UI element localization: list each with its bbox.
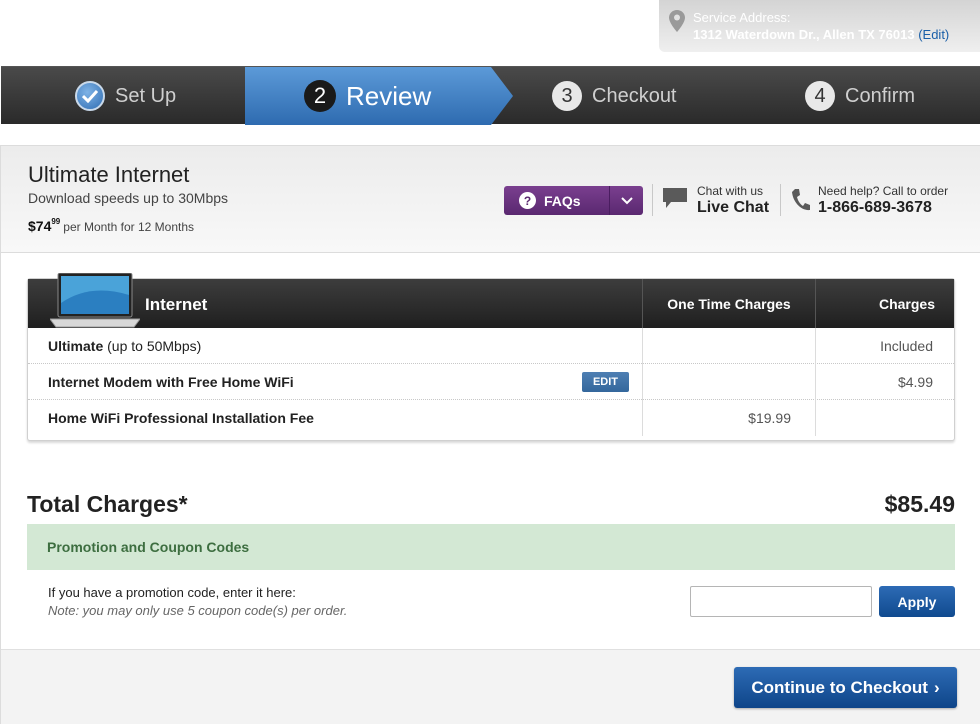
row-name: Ultimate (up to 50Mbps) <box>48 338 202 354</box>
divider <box>652 184 653 216</box>
total-charges-label: Total Charges* <box>27 491 188 517</box>
table-row: Home WiFi Professional Installation Fee … <box>28 400 954 436</box>
price-main: $74 <box>28 218 52 234</box>
row-name: Internet Modem with Free Home WiFi <box>48 374 294 390</box>
chevron-down-icon[interactable] <box>609 186 643 215</box>
apply-button[interactable]: Apply <box>879 586 955 617</box>
step-number: 4 <box>805 81 835 111</box>
row-charges: $4.99 <box>815 364 955 400</box>
product-title: Ultimate Internet <box>28 162 190 187</box>
service-address-text: 1312 Waterdown Dr., Allen TX 76013 <box>693 27 915 42</box>
promo-instructions: If you have a promotion code, enter it h… <box>48 585 296 600</box>
table-row: Internet Modem with Free Home WiFi EDIT … <box>28 364 954 400</box>
column-header-one-time: One Time Charges <box>642 279 815 328</box>
step-number: 3 <box>552 81 582 111</box>
row-one-time: $19.99 <box>642 400 815 436</box>
checkout-steps: Set Up 2 Review 3 Checkout 4 Confirm <box>1 66 980 125</box>
phone-icon <box>792 189 810 211</box>
edit-address-link[interactable]: (Edit) <box>918 27 949 42</box>
total-charges-value: $85.49 <box>884 491 955 517</box>
question-icon: ? <box>519 192 536 209</box>
continue-label: Continue to Checkout <box>751 677 928 697</box>
chevron-right-icon: › <box>933 677 940 697</box>
price-term: per Month for 12 Months <box>63 220 194 234</box>
service-address: Service Address: 1312 Waterdown Dr., All… <box>659 0 980 52</box>
step-review: 2 Review <box>245 67 513 125</box>
step-setup[interactable]: Set Up <box>75 67 176 125</box>
row-name: Home WiFi Professional Installation Fee <box>48 410 314 426</box>
faqs-button[interactable]: ? FAQs <box>504 186 643 215</box>
price-cents: 99 <box>51 217 61 226</box>
edit-modem-button[interactable]: EDIT <box>582 372 629 392</box>
location-pin-icon <box>669 10 685 32</box>
checkmark-icon <box>75 81 105 111</box>
step-label: Review <box>346 80 432 111</box>
faqs-label: FAQs <box>544 192 581 209</box>
promo-code-input[interactable] <box>690 586 872 617</box>
step-checkout: 3 Checkout <box>552 67 677 125</box>
step-number: 2 <box>304 80 336 112</box>
row-one-time <box>642 364 815 400</box>
table-header: Internet One Time Charges Charges <box>28 273 955 328</box>
column-header-charges: Charges <box>815 279 955 328</box>
step-label: Confirm <box>845 84 916 107</box>
section-title: Internet <box>145 295 208 314</box>
table-row: Ultimate (up to 50Mbps) Included <box>28 328 954 364</box>
charges-table: Internet One Time Charges Charges Ultima… <box>27 273 955 441</box>
promo-note: Note: you may only use 5 coupon code(s) … <box>48 603 348 618</box>
product-header: Ultimate Internet Download speeds up to … <box>1 145 980 253</box>
row-charges <box>815 400 955 436</box>
laptop-icon <box>50 273 140 328</box>
footer-bar: Continue to Checkout › <box>1 649 980 724</box>
live-chat-link[interactable]: Live Chat <box>697 199 769 217</box>
continue-to-checkout-button[interactable]: Continue to Checkout › <box>734 667 957 708</box>
service-address-value: 1312 Waterdown Dr., Allen TX 76013 (Edit… <box>693 27 949 42</box>
promo-section-header: Promotion and Coupon Codes <box>27 524 955 570</box>
service-address-label: Service Address: <box>693 10 791 25</box>
phone-number[interactable]: 1-866-689-3678 <box>818 199 932 217</box>
row-charges: Included <box>815 328 955 364</box>
divider <box>780 184 781 216</box>
chat-label: Chat with us <box>697 184 764 198</box>
product-subtitle: Download speeds up to 30Mbps <box>28 190 229 206</box>
product-price: $7499 per Month for 12 Months <box>28 217 194 234</box>
row-one-time <box>642 328 815 364</box>
help-label: Need help? Call to order <box>818 184 949 198</box>
step-label: Checkout <box>592 84 677 107</box>
step-label: Set Up <box>115 84 177 107</box>
chat-bubble-icon <box>663 188 687 208</box>
step-confirm: 4 Confirm <box>805 67 915 125</box>
